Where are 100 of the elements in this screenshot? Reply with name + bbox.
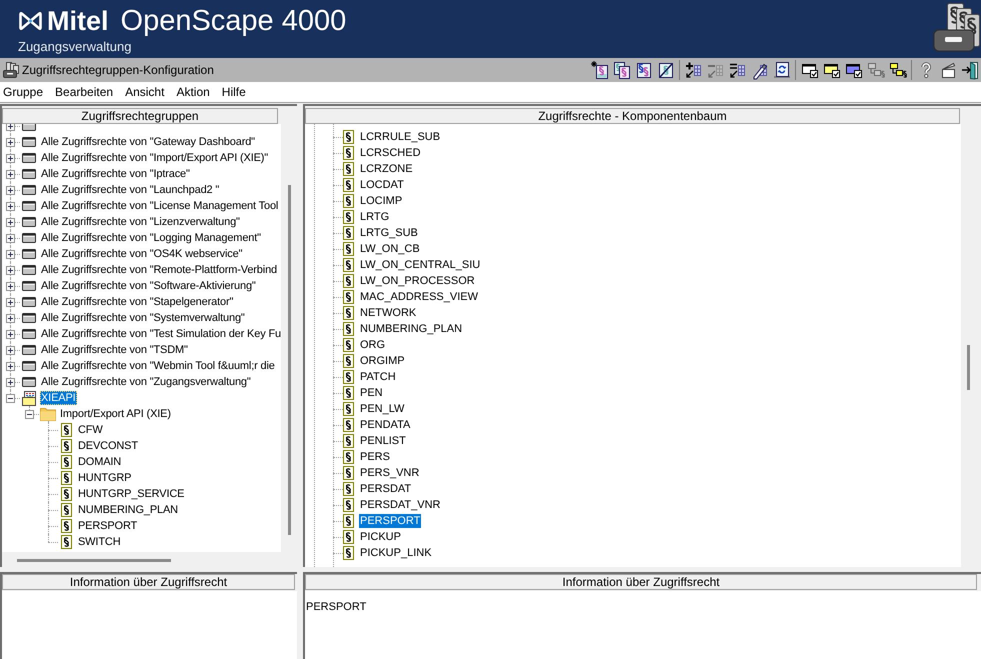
plus-box-icon[interactable] [6,330,15,338]
menu-item[interactable]: Ansicht [125,86,164,98]
plus-box-icon[interactable] [6,202,15,210]
section-sign-icon [343,498,354,512]
tray-icon [21,328,37,340]
tree-item[interactable]: PERSDAT_VNR [359,498,442,512]
tray-icon [21,296,37,308]
tree-item[interactable]: XIEAPI [40,391,77,405]
tree-item[interactable]: Alle Zugriffsrechte von "TSDM" [40,343,189,357]
plus-box-icon[interactable] [6,218,15,226]
menu-item[interactable]: Gruppe [3,86,44,98]
scrollbar-thumb[interactable] [967,345,970,390]
plus-box-icon[interactable] [6,154,15,162]
tree-item[interactable]: PERSDAT [359,482,412,496]
tree-item[interactable]: LRTG_SUB [359,226,419,240]
tree-item[interactable]: NUMBERING_PLAN [359,322,464,336]
tree-item[interactable]: Alle Zugriffsrechte von "Zugangsverwaltung" [40,375,252,389]
slashed-page-icon[interactable] [656,60,676,80]
sparkle-page-icon[interactable] [590,60,610,80]
tree-item[interactable]: PERSPORT [77,519,138,533]
tree-item[interactable]: LOCDAT [359,178,405,192]
tree-item[interactable]: LCRSCHED [359,146,422,160]
tree-item[interactable]: LW_ON_PROCESSOR [359,274,476,288]
tree-item[interactable]: NETWORK [359,306,418,320]
section-sign-icon [343,258,354,272]
tree-item[interactable]: PERS [359,450,391,464]
drawer-pages-icon [21,390,37,406]
tree-item[interactable]: MAC_ADDRESS_VIEW [359,290,479,304]
tree-item[interactable]: Alle Zugriffsrechte von "Iptrace" [40,167,191,181]
refresh-icon[interactable] [772,60,792,80]
tree-item[interactable]: NUMBERING_PLAN [77,503,179,517]
tree-item[interactable]: LW_ON_CENTRAL_SIU [359,258,482,272]
tree-item[interactable]: LCRRULE_SUB [359,130,442,144]
tray-icon [21,136,37,148]
minus-box-icon[interactable] [25,410,34,418]
tree-item[interactable]: SWITCH [77,535,122,549]
tree-item[interactable]: Alle Zugriffsrechte von "Systemverwaltung" [40,311,246,325]
tree-item[interactable]: ORGIMP [359,354,406,368]
plus-box-icon[interactable] [6,266,15,274]
tree-item[interactable]: LRTG [359,210,390,224]
tree-item[interactable]: PICKUP_LINK [359,546,433,560]
tree-item[interactable]: PEN [359,386,384,400]
tree-item[interactable]: LW_ON_CB [359,242,421,256]
plus-box-icon[interactable] [6,282,15,290]
tree-item[interactable]: Alle Zugriffsrechte von "Remote-Plattform-Verbind [40,263,278,277]
menu-item[interactable]: Aktion [176,86,210,98]
tree-item[interactable]: HUNTGRP [77,471,132,485]
scrollbar-thumb[interactable] [17,559,171,562]
minus-box-icon[interactable] [6,394,15,402]
tree-item[interactable]: Alle Zugriffsrechte von "Import/Export API (XIE)" [40,151,270,165]
plus-box-icon[interactable] [6,186,15,194]
tree-item[interactable]: Alle Zugriffsrechte von "Lizenzverwaltung" [40,215,241,229]
tree-item[interactable]: PEN_LW [359,402,406,416]
tray-icon [21,344,37,356]
tray-icon [21,264,37,276]
tree-item[interactable]: HUNTGRP_SERVICE [77,487,186,501]
tree-item[interactable]: Alle Zugriffsrechte von "Logging Management" [40,231,262,245]
tree-item[interactable]: Alle Zugriffsrechte von "Stapelgenerator" [40,295,234,309]
tree-item[interactable]: Alle Zugriffsrechte von "OS4K webservice" [40,247,244,261]
tree-item[interactable]: PERS_VNR [359,466,420,480]
tree-item[interactable]: Alle Zugriffsrechte von "Software-Aktivierung" [40,279,257,293]
section-page-icon[interactable] [634,60,654,80]
tree-item[interactable]: Alle Zugriffsrechte von "Test Simulation der Key Fu [40,327,281,341]
tree-item[interactable]: PICKUP [359,530,402,544]
tray-icon [21,312,37,324]
plus-box-icon[interactable] [6,234,15,242]
tree-item[interactable]: PENLIST [359,434,407,448]
plus-box-icon[interactable] [6,298,15,306]
tree-item[interactable]: Alle Zugriffsrechte von "Webmin Tool f&uuml;r die [40,359,276,373]
plus-box-icon[interactable] [6,314,15,322]
plus-grid-icon[interactable] [684,60,704,80]
tree-item[interactable]: CFW [77,423,104,437]
plus-box-icon[interactable] [6,170,15,178]
section-sign-icon [343,162,354,176]
tree-item[interactable]: DEVCONST [77,439,139,453]
plus-box-icon[interactable] [6,346,15,354]
drawer-pages-icon [933,2,981,52]
tree-item[interactable]: PENDATA [359,418,412,432]
tree-item[interactable]: PERSPORT [359,514,422,528]
plus-box-icon[interactable] [6,138,15,146]
tree-item[interactable]: Alle Zugriffsrechte von "Gateway Dashboard" [40,135,256,149]
menu-item[interactable]: Bearbeiten [55,86,114,98]
plus-box-icon[interactable] [6,378,15,386]
hierarchy-icon[interactable] [888,60,908,80]
tree-item[interactable]: LCRZONE [359,162,414,176]
tree-item[interactable]: Alle Zugriffsrechte von "Launchpad2 " [40,183,220,197]
section-sign-icon [343,482,354,496]
plus-box-icon[interactable] [6,250,15,258]
scrollbar-thumb[interactable] [288,185,291,535]
plus-box-icon[interactable] [6,124,15,130]
tree-item[interactable]: DOMAIN [77,455,122,469]
tree-item[interactable]: Import/Export API (XIE) [59,407,172,421]
tree-item[interactable]: LOCIMP [359,194,404,208]
tree-item[interactable]: Alle Zugriffsrechte von "License Management Tool [40,199,280,213]
exit-door-icon[interactable] [960,60,980,80]
two-pages-icon[interactable] [612,60,632,80]
plus-box-icon[interactable] [6,362,15,370]
menu-item[interactable]: Hilfe [222,86,246,98]
tree-item[interactable]: PATCH [359,370,397,384]
tree-item[interactable]: ORG [359,338,386,352]
